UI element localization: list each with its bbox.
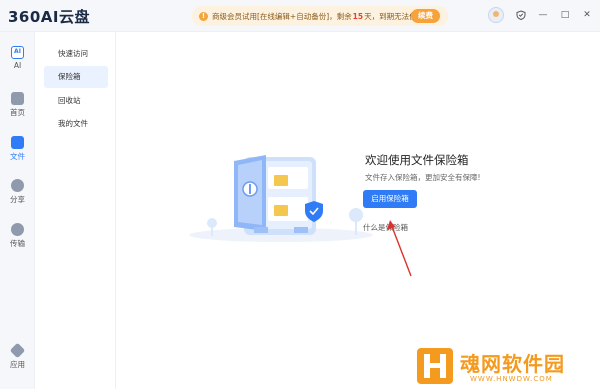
ai-icon: AI <box>11 46 24 59</box>
renew-button[interactable]: 续费 <box>411 9 440 23</box>
apps-icon <box>9 342 26 359</box>
share-icon <box>11 179 24 192</box>
rail-item-ai[interactable]: AI AI <box>0 46 35 70</box>
rail-item-transfer[interactable]: 传输 <box>0 223 35 249</box>
rail-item-label: 分享 <box>10 195 25 204</box>
trial-banner: ! 商级会员试用[在线编辑+自动备份]，剩余 15 天，到期无法使用。 续费 <box>192 6 448 26</box>
rail-item-home[interactable]: 首页 <box>0 92 35 118</box>
rail-item-apps[interactable]: 应用 <box>0 342 35 370</box>
title-bar: 360AI云盘 ! 商级会员试用[在线编辑+自动备份]，剩余 15 天，到期无法… <box>0 0 600 32</box>
rail-item-share[interactable]: 分享 <box>0 179 35 205</box>
file-subnav: 快速访问 保险箱 回收站 我的文件 <box>35 32 116 389</box>
trial-days-remaining: 15 <box>352 11 364 21</box>
subnav-item-recycle-bin[interactable]: 回收站 <box>44 90 108 112</box>
shield-icon[interactable] <box>516 10 526 20</box>
rail-item-label: AI <box>13 61 22 70</box>
rail-item-label: 应用 <box>10 360 25 369</box>
close-button[interactable]: ✕ <box>582 10 592 20</box>
rail-item-label: 首页 <box>10 108 25 117</box>
subnav-item-quick-access[interactable]: 快速访问 <box>44 43 108 65</box>
vault-illustration <box>189 155 373 242</box>
rail-item-label: 文件 <box>10 152 25 161</box>
primary-nav-rail: AI AI 首页 文件 分享 传输 应用 <box>0 32 35 389</box>
watermark-url: WWW.HNWDW.COM <box>470 375 553 383</box>
vault-title: 欢迎使用文件保险箱 <box>365 153 469 167</box>
info-icon: ! <box>199 11 208 21</box>
app-logo: 360AI云盘 <box>8 6 90 26</box>
watermark-logo-icon <box>417 348 453 384</box>
app-logo-text: 360AI云盘 <box>8 7 91 26</box>
vault-subtitle: 文件存入保险箱，更加安全有保障! <box>365 173 481 182</box>
annotation-arrow-icon <box>387 220 412 277</box>
subnav-item-my-files[interactable]: 我的文件 <box>44 113 108 135</box>
cloud-transfer-icon <box>11 223 24 236</box>
window-controls: — □ ✕ <box>488 7 592 23</box>
minimize-button[interactable]: — <box>538 10 548 20</box>
rail-item-label: 传输 <box>10 239 25 248</box>
watermark-text: 魂网软件园 <box>460 352 565 376</box>
user-avatar[interactable] <box>488 7 504 23</box>
enable-vault-button[interactable]: 启用保险箱 <box>363 190 417 208</box>
trial-text-before: 商级会员试用[在线编辑+自动备份]，剩余 <box>212 11 352 21</box>
subnav-item-vault[interactable]: 保险箱 <box>44 66 108 88</box>
home-icon <box>11 92 24 105</box>
maximize-button[interactable]: □ <box>560 10 570 20</box>
rail-item-files[interactable]: 文件 <box>0 136 35 162</box>
vault-page: 欢迎使用文件保险箱 文件存入保险箱，更加安全有保障! 启用保险箱 什么是保险箱 <box>116 32 600 389</box>
site-watermark: 魂网软件园 WWW.HNWDW.COM <box>416 344 600 389</box>
folder-icon <box>11 136 24 149</box>
